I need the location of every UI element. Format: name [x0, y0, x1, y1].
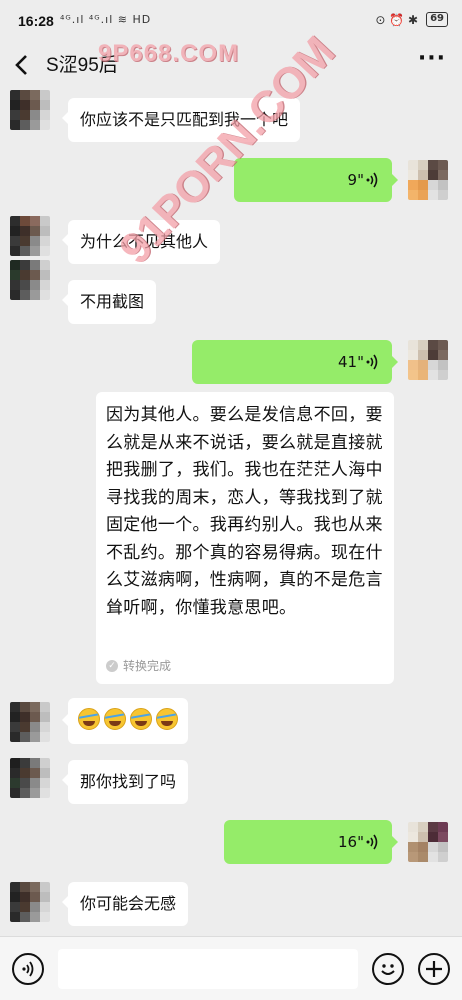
voice-duration: 16": [338, 833, 364, 851]
voice-message-bubble[interactable]: 9": [234, 158, 398, 202]
my-avatar[interactable]: [408, 340, 448, 380]
voice-message-bubble[interactable]: 41": [192, 340, 398, 384]
message-bubble-incoming[interactable]: 为什么不见其他人: [61, 220, 221, 264]
contact-avatar[interactable]: [10, 216, 50, 256]
chat-header: S涩95后 ···: [0, 40, 462, 88]
voice-wave-icon: [366, 172, 378, 188]
rolling-laughing-emoji-icon: [130, 708, 152, 730]
rolling-laughing-emoji-icon: [104, 708, 126, 730]
plus-icon: [426, 961, 442, 977]
voice-wave-icon: [366, 354, 378, 370]
battery-icon: 69: [426, 12, 448, 27]
status-time: 16:28: [18, 13, 54, 29]
voice-duration: 41": [338, 353, 364, 371]
smiley-icon: [381, 964, 395, 975]
voice-mode-button[interactable]: [12, 953, 44, 985]
contact-avatar[interactable]: [10, 702, 50, 742]
contact-avatar[interactable]: [10, 882, 50, 922]
message-input[interactable]: [58, 949, 358, 989]
my-avatar[interactable]: [408, 160, 448, 200]
transcript-status: ✓ 转换完成: [106, 657, 171, 674]
voice-duration: 9": [347, 171, 364, 189]
voice-message-bubble[interactable]: 16": [224, 820, 398, 864]
rolling-laughing-emoji-icon: [78, 708, 100, 730]
more-functions-button[interactable]: [418, 953, 450, 985]
status-right: ⊙ ⏰ ✱ 69: [375, 12, 448, 27]
voice-wave-icon: [366, 834, 378, 850]
check-icon: ✓: [106, 659, 118, 672]
voice-mode-icon: [22, 961, 34, 977]
transcript-text: 因为其他人。要么是发信息不回，要么就是从来不说话，要么就是直接就把我删了，我们。…: [106, 405, 383, 618]
message-bubble-incoming[interactable]: 你应该不是只匹配到我一个吧: [61, 98, 301, 142]
emoji-button[interactable]: [372, 953, 404, 985]
my-avatar[interactable]: [408, 822, 448, 862]
contact-avatar[interactable]: [10, 90, 50, 130]
back-button[interactable]: [8, 50, 38, 80]
message-bubble-incoming[interactable]: 不用截图: [61, 280, 157, 324]
status-icons: ⊙ ⏰ ✱: [375, 12, 419, 27]
transcript-status-label: 转换完成: [123, 659, 172, 673]
message-bubble-incoming[interactable]: 那你找到了吗: [61, 760, 189, 804]
message-bubble-incoming[interactable]: 你可能会无感: [61, 882, 189, 926]
status-bar: 16:28 ⁴ᴳ.ıl ⁴ᴳ.ıl ≋ HD ⊙ ⏰ ✱ 69: [0, 0, 462, 40]
rolling-laughing-emoji-icon: [156, 708, 178, 730]
more-button[interactable]: ···: [418, 46, 446, 71]
chevron-left-icon: [15, 55, 27, 75]
signal-icons: ⁴ᴳ.ıl ⁴ᴳ.ıl ≋ HD: [60, 13, 152, 26]
emoji-message-bubble[interactable]: [62, 698, 188, 744]
chat-title: S涩95后: [46, 55, 118, 76]
chat-input-bar: [0, 936, 462, 1000]
contact-avatar[interactable]: [10, 260, 50, 300]
voice-transcript[interactable]: 因为其他人。要么是发信息不回，要么就是从来不说话，要么就是直接就把我删了，我们。…: [96, 392, 394, 684]
contact-avatar[interactable]: [10, 758, 50, 798]
